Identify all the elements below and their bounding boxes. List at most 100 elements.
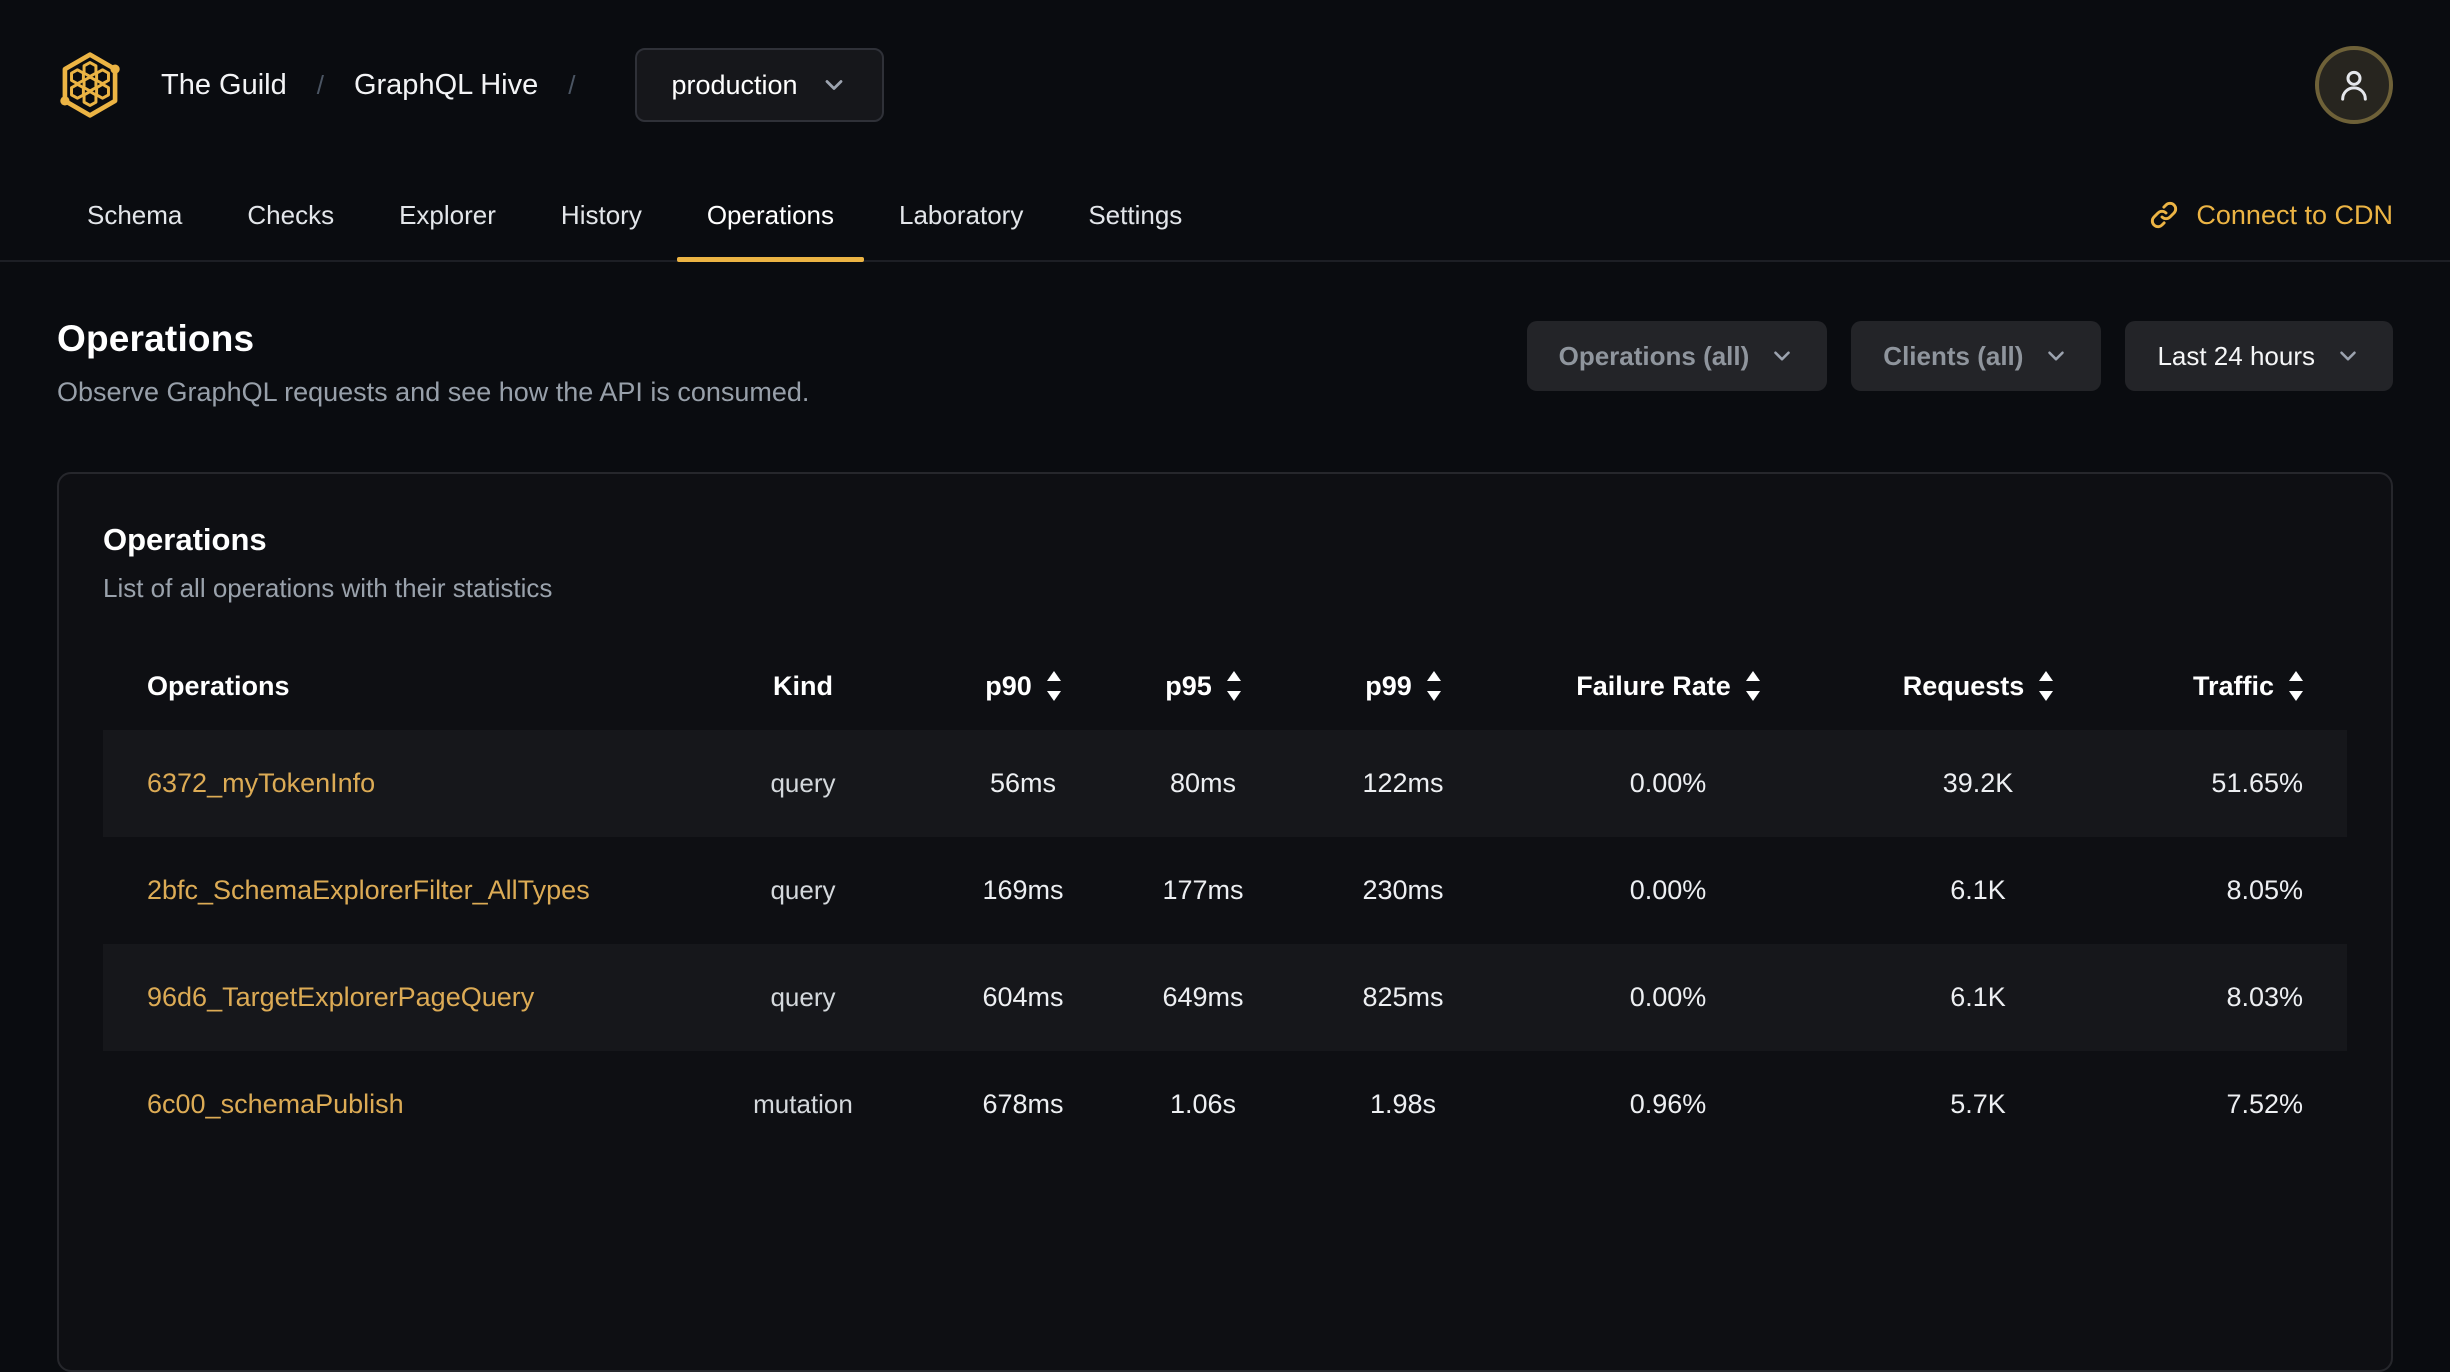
cell-p95: 80ms <box>1169 768 1237 798</box>
user-menu-button[interactable] <box>2315 46 2393 124</box>
sort-down-icon <box>1226 691 1241 701</box>
tab-explorer[interactable]: Explorer <box>369 170 526 260</box>
tab-settings[interactable]: Settings <box>1058 170 1212 260</box>
connect-to-cdn-button[interactable]: Connect to CDN <box>2148 170 2393 260</box>
table-row: 2bfc_SchemaExplorerFilter_AllTypes query 1… <box>103 837 2347 944</box>
table-row: 6c00_schemaPublish mutation 678ms 1.06s 1.98… <box>103 1051 2347 1158</box>
column-header-p95: p95 <box>1103 671 1303 702</box>
sort-down-icon <box>1046 691 1061 701</box>
cell-traffic: 7.52% <box>2226 1089 2303 1119</box>
tab-laboratory[interactable]: Laboratory <box>869 170 1053 260</box>
sort-up-icon <box>1426 671 1441 681</box>
cell-requests: 39.2K <box>1942 768 2014 798</box>
hive-logo-icon[interactable] <box>57 49 123 121</box>
cell-p99: 825ms <box>1362 982 1444 1012</box>
operation-link[interactable]: 6c00_schemaPublish <box>147 1089 404 1120</box>
cell-requests: 6.1K <box>1950 982 2006 1012</box>
cell-traffic: 8.05% <box>2226 875 2303 905</box>
sort-toggle[interactable] <box>1226 671 1241 701</box>
column-header-traffic: Traffic <box>2123 671 2347 702</box>
column-header-requests: Requests <box>1833 671 2123 702</box>
cell-name: 2bfc_SchemaExplorerFilter_AllTypes <box>103 875 663 906</box>
cell-kind: query <box>770 982 836 1012</box>
sort-up-icon <box>1745 671 1760 681</box>
tab-schema[interactable]: Schema <box>57 170 212 260</box>
cell-traffic: 8.03% <box>2226 982 2303 1012</box>
cell-failure_rate: 0.96% <box>1629 1089 1707 1119</box>
card-title: Operations <box>103 522 267 557</box>
sort-up-icon <box>1226 671 1241 681</box>
cell-p90: 678ms <box>982 1089 1064 1119</box>
cell-kind: query <box>770 768 836 798</box>
sort-up-icon <box>1046 671 1061 681</box>
filter-dropdown-clients-all[interactable]: Clients (all) <box>1851 321 2102 391</box>
tabs: Schema Checks Explorer History Operations Lab… <box>57 170 1217 262</box>
page-title: Operations <box>57 318 255 359</box>
chevron-down-icon <box>2048 351 2065 361</box>
breadcrumb: The Guild / GraphQL Hive / production <box>161 48 884 122</box>
column-header-name: Operations <box>147 670 290 701</box>
column-header-failure_rate: Failure Rate <box>1503 671 1833 702</box>
tab-history[interactable]: History <box>531 170 672 260</box>
breadcrumb-separator: / <box>316 69 324 100</box>
operation-link[interactable]: 6372_myTokenInfo <box>147 768 375 799</box>
card-subtitle: List of all operations with their statis… <box>103 573 553 603</box>
cell-name: 6c00_schemaPublish <box>103 1089 663 1120</box>
top-bar: The Guild / GraphQL Hive / production <box>0 0 2450 170</box>
breadcrumb-project[interactable]: GraphQL Hive <box>354 69 538 102</box>
cell-kind: query <box>770 875 836 905</box>
operation-link[interactable]: 96d6_TargetExplorerPageQuery <box>147 982 534 1013</box>
tab-operations[interactable]: Operations <box>676 170 865 262</box>
column-header-p90: p90 <box>943 671 1103 702</box>
sort-down-icon <box>1426 691 1441 701</box>
link-icon <box>2151 201 2178 229</box>
cell-p90: 604ms <box>982 982 1064 1012</box>
tab-bar: Schema Checks Explorer History Operations Lab… <box>0 170 2450 262</box>
page-title-block: Operations Observe GraphQL requests and … <box>57 318 809 408</box>
tab-checks[interactable]: Checks <box>217 170 364 260</box>
target-selector-dropdown[interactable]: production <box>635 48 884 122</box>
cell-name: 6372_myTokenInfo <box>103 768 663 799</box>
cell-p95: 177ms <box>1162 875 1244 905</box>
cell-name: 96d6_TargetExplorerPageQuery <box>103 982 663 1013</box>
cell-p99: 230ms <box>1362 875 1444 905</box>
table-header-row: Operations Kind p90 p95 p99 Failure Rate… <box>103 642 2347 730</box>
sort-toggle[interactable] <box>1046 671 1061 701</box>
page-subtitle: Observe GraphQL requests and see how the… <box>57 377 810 407</box>
breadcrumb-org[interactable]: The Guild <box>161 69 287 102</box>
cell-failure_rate: 0.00% <box>1629 982 1707 1012</box>
sort-toggle[interactable] <box>1745 671 1760 701</box>
chevron-down-icon <box>1774 351 1791 361</box>
user-icon <box>2341 70 2367 101</box>
cell-traffic: 51.65% <box>2211 768 2303 798</box>
sort-toggle[interactable] <box>2039 671 2054 701</box>
cell-p90: 56ms <box>989 768 1057 798</box>
cell-failure_rate: 0.00% <box>1629 875 1707 905</box>
sort-toggle[interactable] <box>2289 671 2303 701</box>
cell-requests: 6.1K <box>1950 875 2006 905</box>
sort-down-icon <box>1745 691 1760 701</box>
filter-dropdown-operations-all[interactable]: Operations (all) <box>1526 321 1828 391</box>
sort-down-icon <box>2039 691 2054 701</box>
column-header-kind: Kind <box>773 670 833 701</box>
chevron-down-icon <box>825 80 842 90</box>
operation-link[interactable]: 2bfc_SchemaExplorerFilter_AllTypes <box>147 875 590 906</box>
sort-up-icon <box>2039 671 2054 681</box>
cell-p90: 169ms <box>982 875 1064 905</box>
column-header-p99: p99 <box>1303 671 1503 702</box>
sort-toggle[interactable] <box>1426 671 1441 701</box>
page-header: Operations Observe GraphQL requests and … <box>0 262 2450 408</box>
cell-p95: 1.06s <box>1169 1089 1237 1119</box>
table-row: 6372_myTokenInfo query 56ms 80ms 122ms 0.00% 3… <box>103 730 2347 837</box>
sort-down-icon <box>2289 691 2303 701</box>
target-selector-value: production <box>671 69 798 100</box>
connect-to-cdn-label: Connect to CDN <box>2196 199 2393 230</box>
cell-requests: 5.7K <box>1950 1089 2006 1119</box>
breadcrumb-separator: / <box>568 69 576 100</box>
cell-p95: 649ms <box>1162 982 1244 1012</box>
filter-dropdown-last-24-hours[interactable]: Last 24 hours <box>2125 321 2393 391</box>
operations-table: Operations Kind p90 p95 p99 Failure Rate… <box>103 642 2347 1158</box>
cell-kind: mutation <box>753 1089 853 1119</box>
cell-failure_rate: 0.00% <box>1629 768 1707 798</box>
operations-card: Operations List of all operations with t… <box>57 472 2393 1372</box>
